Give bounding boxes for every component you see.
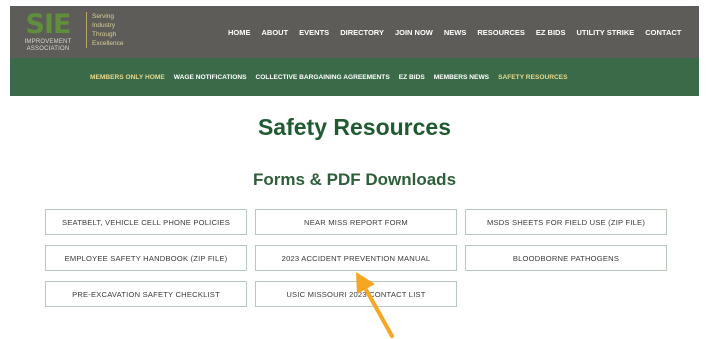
seatbelt-policies-button[interactable]: SEATBELT, VEHICLE CELL PHONE POLICIES bbox=[45, 209, 247, 235]
logo-wordmark: SIE bbox=[25, 9, 72, 40]
tagline-line: Through bbox=[92, 31, 117, 38]
site-logo[interactable]: SIE IMPROVEMENT ASSOCIATION bbox=[14, 11, 82, 53]
pre-excavation-checklist-button[interactable]: PRE-EXCAVATION SAFETY CHECKLIST bbox=[45, 281, 247, 307]
nav-join-now[interactable]: JOIN NOW bbox=[395, 28, 433, 37]
nav-news[interactable]: NEWS bbox=[444, 28, 467, 37]
subnav-ez-bids[interactable]: EZ BIDS bbox=[399, 74, 425, 81]
members-subnav-bar: MEMBERS ONLY HOME WAGE NOTIFICATIONS COL… bbox=[10, 58, 699, 96]
subnav-members-only-home[interactable]: MEMBERS ONLY HOME bbox=[90, 74, 165, 81]
tagline-line: Excellence bbox=[92, 40, 124, 47]
nav-ez-bids[interactable]: EZ BIDS bbox=[536, 28, 566, 37]
nav-events[interactable]: EVENTS bbox=[299, 28, 329, 37]
logo-subtitle: IMPROVEMENT ASSOCIATION bbox=[24, 39, 72, 52]
msds-sheets-button[interactable]: MSDS SHEETS FOR FIELD USE (ZIP FILE) bbox=[465, 209, 667, 235]
tagline-line: Serving bbox=[92, 13, 115, 20]
subnav-collective-bargaining[interactable]: COLLECTIVE BARGAINING AGREEMENTS bbox=[256, 74, 390, 81]
subnav-members-news[interactable]: MEMBERS NEWS bbox=[434, 74, 489, 81]
tagline-line: Industry bbox=[92, 22, 116, 29]
nav-home[interactable]: HOME bbox=[228, 28, 251, 37]
nav-about[interactable]: ABOUT bbox=[262, 28, 289, 37]
section-title: Forms & PDF Downloads bbox=[252, 170, 457, 189]
near-miss-form-button[interactable]: NEAR MISS REPORT FORM bbox=[255, 209, 457, 235]
top-header: SIE IMPROVEMENT ASSOCIATION Serving Indu… bbox=[10, 6, 699, 58]
main-nav: HOME ABOUT EVENTS DIRECTORY JOIN NOW NEW… bbox=[228, 6, 692, 58]
accident-prevention-manual-button[interactable]: 2023 ACCIDENT PREVENTION MANUAL bbox=[255, 245, 457, 271]
nav-resources[interactable]: RESOURCES bbox=[477, 28, 525, 37]
tagline: Serving Industry Through Excellence bbox=[86, 12, 123, 48]
bloodborne-pathogens-button[interactable]: BLOODBORNE PATHOGENS bbox=[465, 245, 667, 271]
page-title: Safety Resources bbox=[257, 114, 452, 140]
nav-utility-strike[interactable]: UTILITY STRIKE bbox=[576, 28, 634, 37]
nav-contact[interactable]: CONTACT bbox=[645, 28, 681, 37]
subnav-wage-notifications[interactable]: WAGE NOTIFICATIONS bbox=[174, 74, 247, 81]
subnav-safety-resources[interactable]: SAFETY RESOURCES bbox=[498, 74, 568, 81]
annotation-arrow-icon bbox=[356, 272, 394, 338]
members-subnav: MEMBERS ONLY HOME WAGE NOTIFICATIONS COL… bbox=[90, 58, 577, 96]
nav-directory[interactable]: DIRECTORY bbox=[340, 28, 384, 37]
employee-handbook-button[interactable]: EMPLOYEE SAFETY HANDBOOK (ZIP FILE) bbox=[45, 245, 247, 271]
